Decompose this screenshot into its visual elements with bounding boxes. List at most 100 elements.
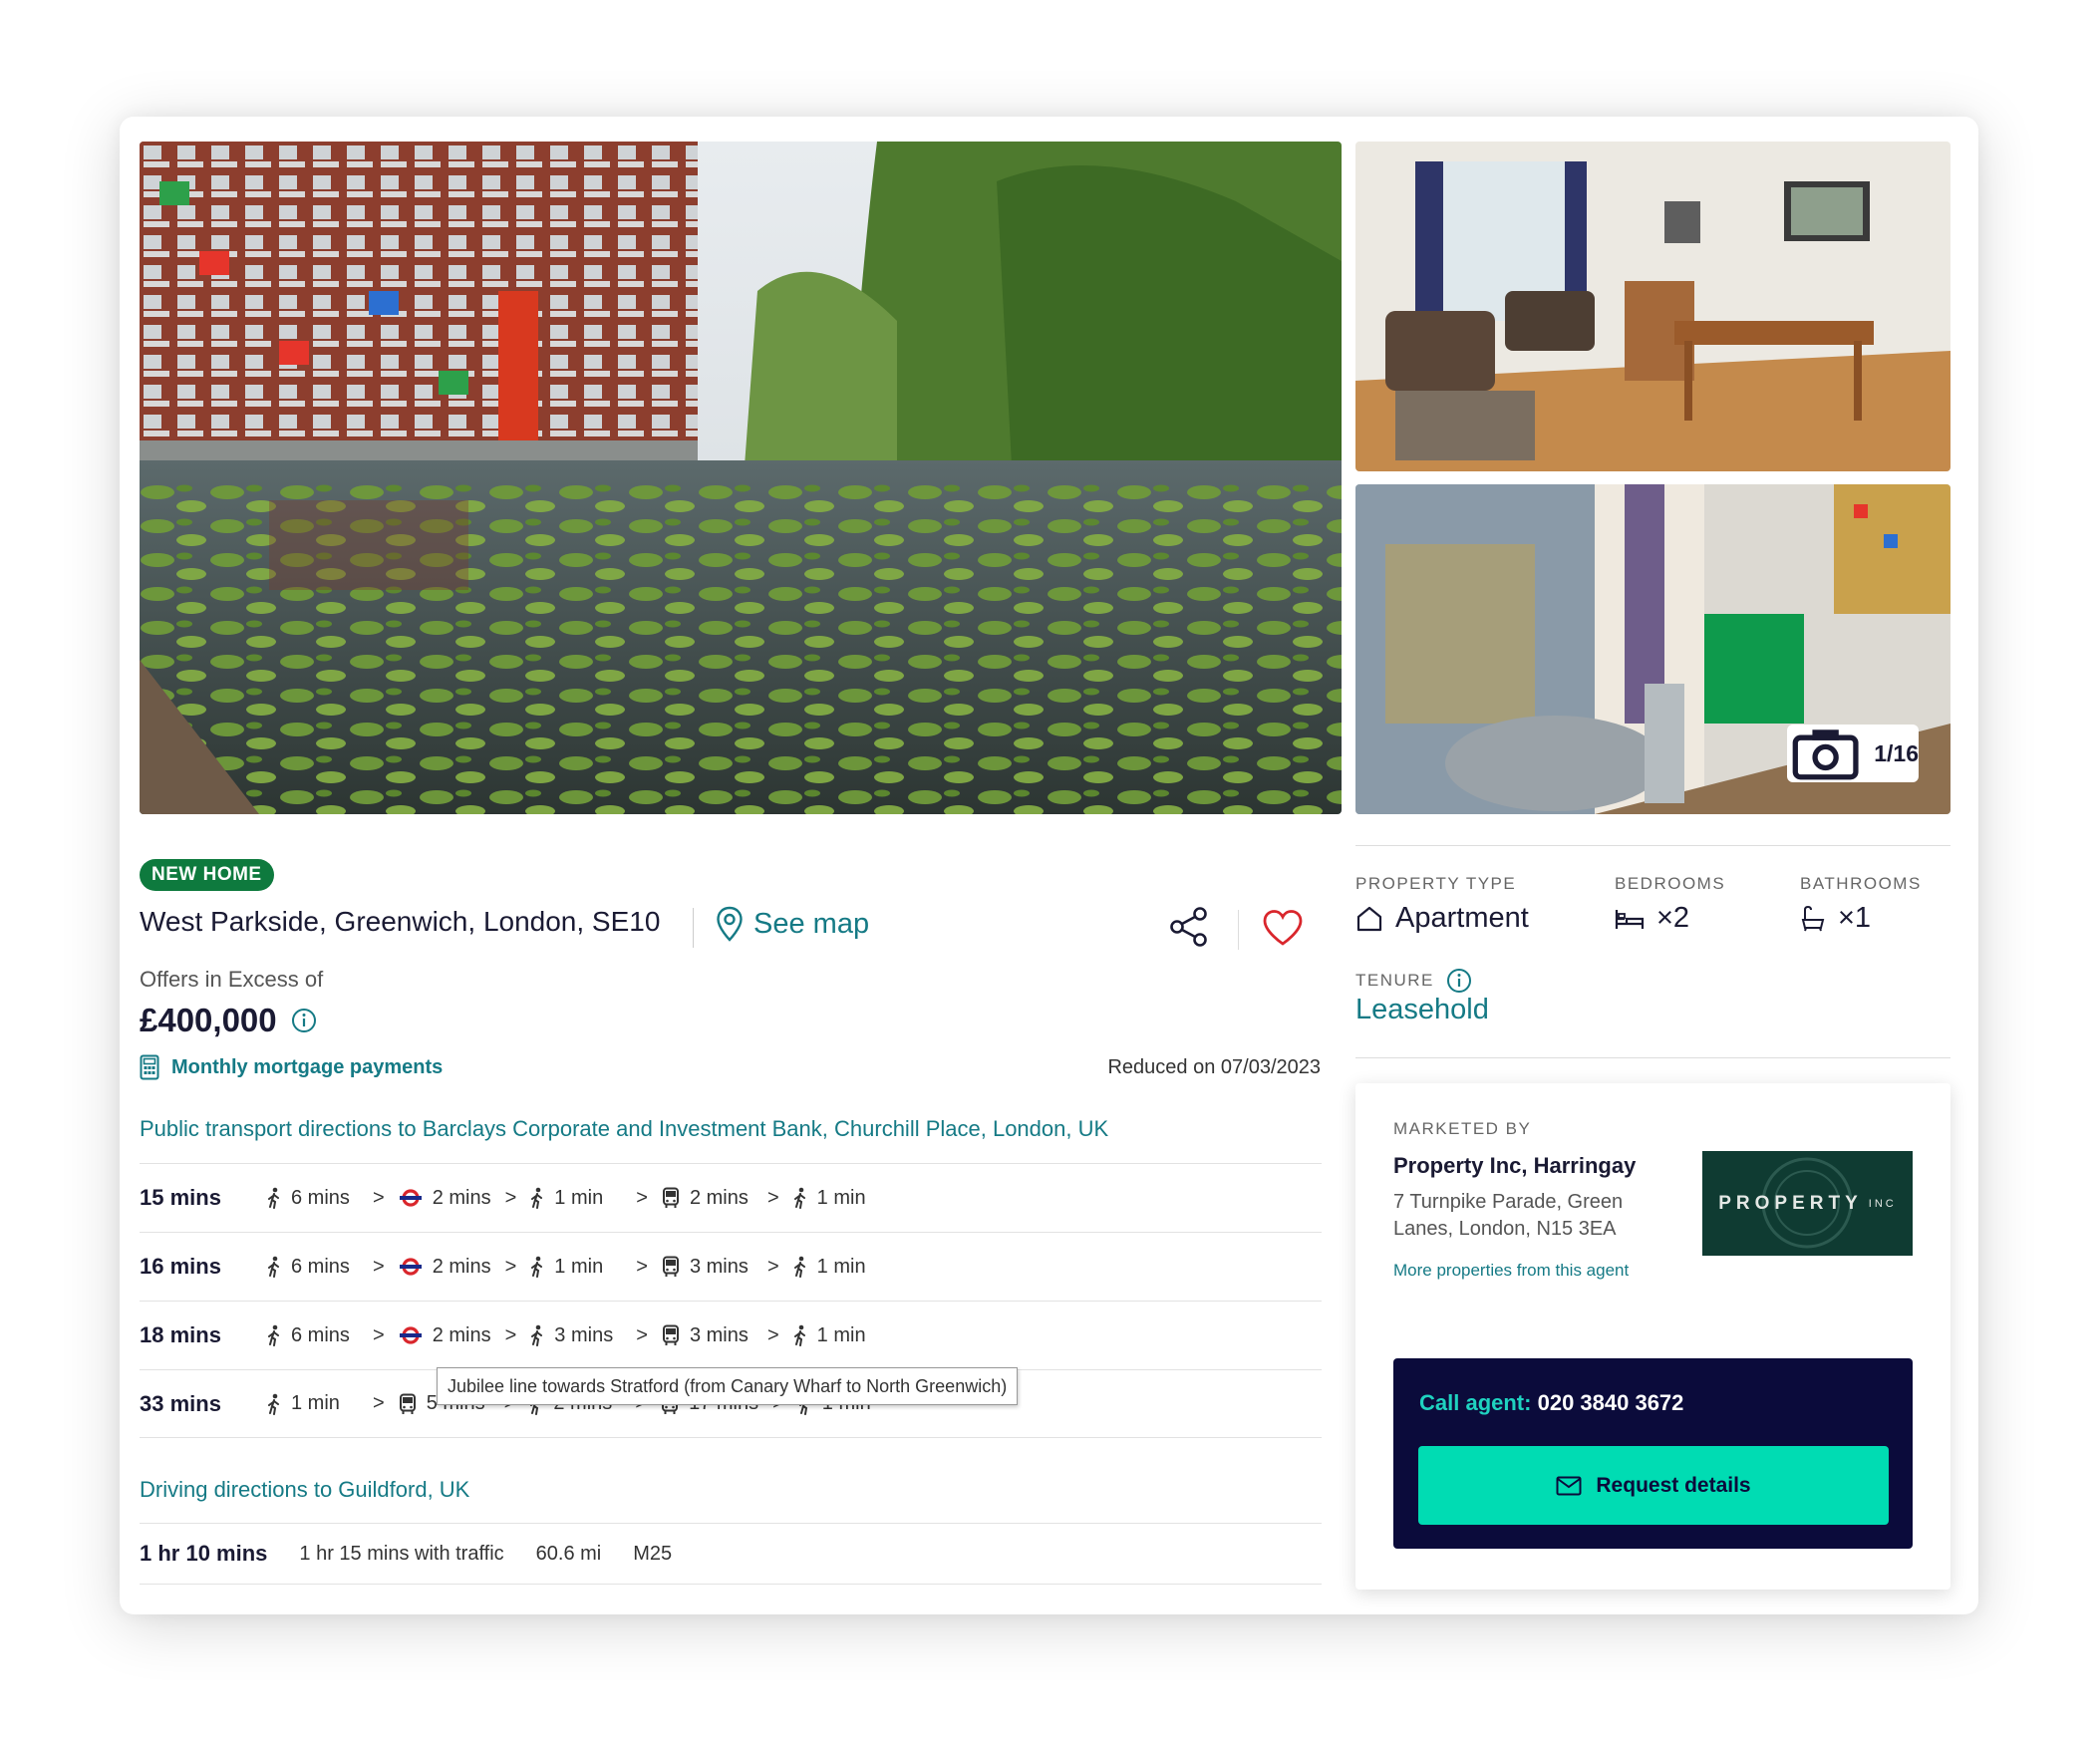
bus-icon <box>399 1393 417 1415</box>
chevron-right-icon: > <box>373 1255 385 1278</box>
save-favourite-button[interactable] <box>1262 909 1304 952</box>
route-leg: 6 mins <box>267 1187 359 1210</box>
route-leg-time: 3 mins <box>554 1323 614 1346</box>
bathrooms-label: BATHROOMS <box>1800 874 1922 893</box>
route-leg-time: 2 mins <box>432 1255 491 1278</box>
route-leg-time: 2 mins <box>689 1186 749 1209</box>
route-total-time: 15 mins <box>140 1185 221 1210</box>
agent-phone: 020 3840 3672 <box>1537 1390 1684 1415</box>
chevron-right-icon: > <box>504 1323 517 1346</box>
route-leg[interactable]: 3 mins <box>662 1324 753 1347</box>
walking-icon <box>530 1324 544 1346</box>
driving-route-row: 1 hr 10 mins 1 hr 15 mins with traffic 6… <box>140 1523 1322 1585</box>
mortgage-link-label: Monthly mortgage payments <box>171 1055 444 1078</box>
route-leg: 1 min <box>793 1324 866 1347</box>
request-details-button[interactable]: Request details <box>1418 1446 1889 1525</box>
house-icon <box>1356 906 1382 931</box>
route-leg: 1 min <box>530 1187 622 1210</box>
chevron-right-icon: > <box>636 1186 648 1209</box>
route-legs: 6 mins >2 mins >1 min >3 mins >1 min <box>267 1256 866 1279</box>
route-leg: 3 mins <box>530 1324 622 1347</box>
route-total-time: 33 mins <box>140 1390 221 1416</box>
tenure-info-icon[interactable] <box>1446 968 1472 994</box>
chevron-right-icon: > <box>373 1186 385 1209</box>
price: £400,000 <box>140 1002 317 1039</box>
reduced-date: Reduced on 07/03/2023 <box>1107 1056 1321 1078</box>
share-button[interactable] <box>1168 906 1210 953</box>
transport-route-row: 16 mins 6 mins >2 mins >1 min >3 mins >1 min <box>140 1232 1322 1301</box>
route-leg: 6 mins <box>267 1324 359 1347</box>
route-leg: 1 min <box>530 1256 622 1279</box>
route-legs: 6 mins >2 mins >1 min >2 mins >1 min <box>267 1187 866 1210</box>
walking-icon <box>267 1393 281 1415</box>
drive-total-time: 1 hr 10 mins <box>140 1541 268 1566</box>
drive-road: M25 <box>633 1542 673 1565</box>
chevron-right-icon: > <box>766 1323 779 1346</box>
transport-route-row: 18 mins 6 mins >2 mins >3 mins >3 mins >1 min <box>140 1301 1322 1369</box>
route-leg[interactable]: 2 mins <box>399 1324 491 1347</box>
chevron-right-icon: > <box>373 1323 385 1346</box>
see-map-label: See map <box>753 907 870 940</box>
bedrooms-label: BEDROOMS <box>1615 874 1726 893</box>
route-leg-time: 1 min <box>554 1186 604 1209</box>
living-room-photo[interactable] <box>1355 142 1950 471</box>
route-total-time: 16 mins <box>140 1254 221 1279</box>
see-map-link[interactable]: See map <box>716 906 869 942</box>
route-leg[interactable]: 2 mins <box>662 1187 753 1210</box>
walking-icon <box>267 1324 281 1346</box>
living-room-image <box>1355 142 1950 471</box>
route-leg-time: 1 min <box>554 1255 604 1278</box>
photo-counter-text: 1/16 <box>1874 739 1919 766</box>
call-agent-link[interactable]: Call agent: 020 3840 3672 <box>1419 1390 1683 1416</box>
bus-icon <box>662 1187 680 1209</box>
bathrooms-value: ×1 <box>1800 902 1871 935</box>
walking-icon <box>793 1324 807 1346</box>
transport-route-row: 15 mins 6 mins >2 mins >1 min >2 mins >1 min <box>140 1163 1322 1232</box>
route-leg[interactable]: 2 mins <box>399 1256 491 1279</box>
call-agent-label: Call agent: <box>1419 1390 1532 1415</box>
walking-icon <box>267 1187 281 1209</box>
driving-directions-link[interactable]: Driving directions to Guildford, UK <box>140 1477 469 1503</box>
route-leg-time: 1 min <box>816 1255 866 1278</box>
underground-icon <box>399 1326 423 1344</box>
more-properties-link[interactable]: More properties from this agent <box>1393 1261 1629 1281</box>
main-photo[interactable] <box>140 142 1342 814</box>
tenure-label: TENURE <box>1355 971 1434 990</box>
agent-address: 7 Turnpike Parade, Green Lanes, London, … <box>1393 1191 1624 1240</box>
balcony-photo[interactable]: 1/16 <box>1355 484 1950 814</box>
property-type-value: Apartment <box>1355 902 1529 935</box>
bathrooms-text: ×1 <box>1838 902 1872 934</box>
info-icon[interactable] <box>291 1008 317 1033</box>
route-total-time: 18 mins <box>140 1322 221 1347</box>
transport-directions-link[interactable]: Public transport directions to Barclays … <box>140 1116 1108 1142</box>
map-pin-icon <box>717 906 743 942</box>
underground-icon <box>399 1189 423 1207</box>
route-leg-time: 2 mins <box>432 1323 491 1346</box>
listing-address: West Parkside, Greenwich, London, SE10 <box>140 906 661 937</box>
canal-photo-image <box>140 142 1342 814</box>
agent-card: MARKETED BY Property Inc, Harringay 7 Tu… <box>1355 1083 1950 1590</box>
route-leg[interactable]: 2 mins <box>399 1187 491 1210</box>
tenure-label-row: TENURE <box>1355 968 1472 994</box>
bedrooms-text: ×2 <box>1656 902 1690 934</box>
bus-icon <box>662 1256 680 1278</box>
share-icon <box>1170 907 1207 947</box>
bath-icon <box>1801 905 1825 931</box>
envelope-icon <box>1556 1476 1582 1495</box>
facts-top-divider <box>1355 845 1950 846</box>
agent-logo[interactable]: PROPERTY INC <box>1702 1151 1913 1256</box>
chevron-right-icon: > <box>766 1255 779 1278</box>
chevron-right-icon: > <box>766 1186 779 1209</box>
property-type-text: Apartment <box>1395 902 1529 934</box>
route-leg[interactable]: 3 mins <box>662 1256 753 1279</box>
walking-icon <box>530 1256 544 1278</box>
walking-icon <box>793 1187 807 1209</box>
mortgage-payments-link[interactable]: Monthly mortgage payments <box>140 1054 443 1080</box>
drive-distance: 60.6 mi <box>535 1542 602 1565</box>
chevron-right-icon: > <box>504 1186 517 1209</box>
request-details-label: Request details <box>1596 1473 1751 1497</box>
route-leg: 6 mins <box>267 1256 359 1279</box>
bed-icon <box>1615 909 1645 929</box>
photo-counter[interactable]: 1/16 <box>1787 725 1919 782</box>
bus-icon <box>662 1324 680 1346</box>
